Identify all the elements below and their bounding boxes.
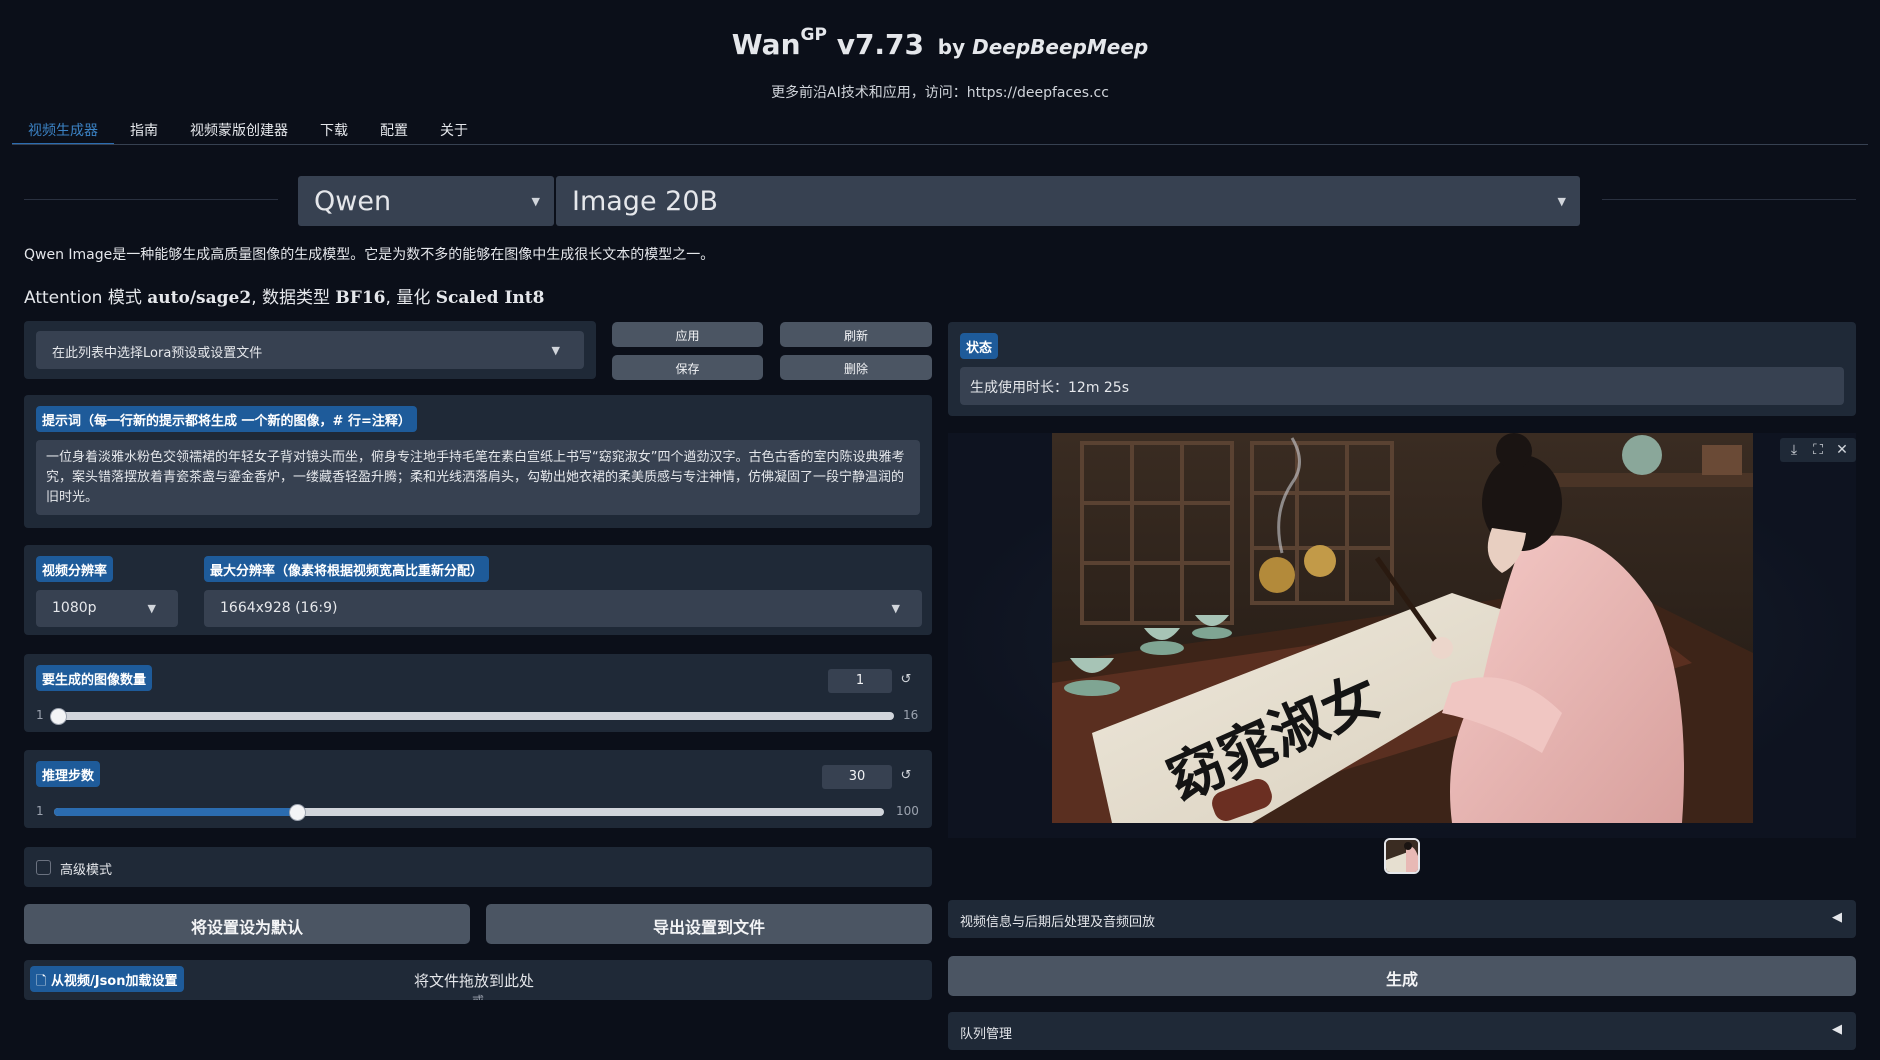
author-name: DeepBeepMeep [972, 35, 1148, 59]
lora-preset-panel: 在此列表中选择Lora预设或设置文件 ▼ [24, 321, 596, 379]
save-button[interactable]: 保存 [612, 355, 763, 380]
generate-button[interactable]: 生成 [948, 956, 1856, 996]
gallery-thumbnail[interactable] [1384, 838, 1420, 874]
advanced-mode-panel: 高级模式 [24, 847, 932, 887]
main-tabs: 视频生成器 指南 视频蒙版创建器 下载 配置 关于 [12, 116, 484, 145]
quant-label: , 量化 [386, 288, 431, 308]
header-subtitle: 更多前沿AI技术和应用，访问：https://deepfaces.cc [0, 82, 1880, 102]
model-variant-value: Image 20B [572, 186, 718, 217]
model-family-value: Qwen [314, 186, 391, 217]
prompt-label: 提示词（每一行新的提示都将生成 一个新的图像，# 行=注释） [36, 406, 417, 432]
generated-image[interactable]: 窈窕淑女 [1052, 433, 1753, 823]
queue-label: 队列管理 [960, 1023, 1012, 1042]
prompt-panel: 提示词（每一行新的提示都将生成 一个新的图像，# 行=注释） 一位身着淡雅水粉色… [24, 395, 932, 528]
resolution-panel: 视频分辨率 1080p ▼ 最大分辨率（像素将根据视频宽高比重新分配） 1664… [24, 545, 932, 635]
app-name: Wan [732, 28, 801, 61]
triangle-left-icon: ◀ [1832, 910, 1842, 925]
chevron-down-icon: ▼ [148, 602, 156, 615]
chevron-down-icon: ▼ [892, 602, 900, 615]
tab-video-generator[interactable]: 视频生成器 [12, 116, 114, 145]
chevron-down-icon: ▼ [532, 195, 540, 208]
app-name-sup: GP [801, 25, 827, 45]
steps-max: 100 [896, 804, 919, 818]
chevron-down-icon: ▼ [1558, 195, 1566, 208]
advanced-mode-checkbox[interactable] [36, 860, 51, 875]
tab-config[interactable]: 配置 [364, 116, 424, 145]
lora-preset-placeholder: 在此列表中选择Lora预设或设置文件 [52, 342, 262, 361]
attention-mode: auto/sage2 [147, 288, 251, 308]
resolution-value: 1080p [52, 600, 97, 616]
num-images-panel: 要生成的图像数量 1 ↺ 1 16 [24, 654, 932, 732]
divider-right [1602, 199, 1856, 200]
model-description: Qwen Image是一种能够生成高质量图像的生成模型。它是为数不多的能够在图像… [24, 244, 714, 264]
prompt-textarea[interactable]: 一位身着淡雅水粉色交领襦裙的年轻女子背对镜头而坐，俯身专注地手持毛笔在素白宣纸上… [36, 440, 920, 515]
model-variant-dropdown[interactable]: Image 20B ▼ [556, 176, 1580, 226]
quant-value: Scaled Int8 [436, 288, 545, 308]
apply-button[interactable]: 应用 [612, 322, 763, 347]
steps-slider-thumb[interactable] [289, 804, 306, 821]
status-label: 状态 [960, 333, 998, 359]
load-settings-label-text: 从视频/Json加载设置 [51, 974, 178, 989]
dtype-value: BF16 [335, 288, 385, 308]
download-icon[interactable]: ⤓ [1784, 440, 1804, 460]
queue-accordion[interactable]: 队列管理 ◀ [948, 1012, 1856, 1050]
chevron-down-icon: ▼ [552, 344, 560, 357]
steps-slider[interactable] [54, 808, 884, 816]
drop-hint: 将文件拖放到此处 [414, 970, 534, 991]
num-images-slider-thumb[interactable] [50, 708, 67, 725]
app-title: WanGP v7.73 by DeepBeepMeep [0, 28, 1880, 61]
tab-mask-creator[interactable]: 视频蒙版创建器 [174, 116, 304, 145]
video-info-label: 视频信息与后期后处理及音频回放 [960, 911, 1155, 930]
num-images-slider[interactable] [58, 712, 894, 720]
by-label: by [938, 35, 965, 59]
set-default-button[interactable]: 将设置设为默认 [24, 904, 470, 944]
tab-downloads[interactable]: 下载 [304, 116, 364, 145]
fullscreen-icon[interactable]: ⛶ [1808, 440, 1828, 460]
tab-guide[interactable]: 指南 [114, 116, 174, 145]
reset-icon[interactable]: ↺ [894, 765, 918, 789]
max-resolution-value: 1664x928 (16:9) [220, 600, 337, 616]
num-images-min: 1 [36, 708, 44, 722]
num-images-input[interactable]: 1 [828, 669, 892, 693]
steps-label: 推理步数 [36, 761, 100, 787]
model-family-dropdown[interactable]: Qwen ▼ [298, 176, 554, 226]
reset-icon[interactable]: ↺ [894, 669, 918, 693]
num-images-max: 16 [903, 708, 918, 722]
close-icon[interactable]: ✕ [1832, 440, 1852, 460]
max-resolution-label: 最大分辨率（像素将根据视频宽高比重新分配） [204, 556, 489, 582]
load-settings-label: 🗋 从视频/Json加载设置 [30, 966, 184, 992]
steps-panel: 推理步数 30 ↺ 1 100 [24, 750, 932, 828]
status-panel: 状态 生成使用时长：12m 25s [948, 322, 1856, 416]
image-toolbar: ⤓ ⛶ ✕ [1780, 438, 1856, 462]
steps-input[interactable]: 30 [822, 765, 892, 789]
resolution-label: 视频分辨率 [36, 556, 113, 582]
load-settings-dropzone[interactable]: 🗋 从视频/Json加载设置 将文件拖放到此处 或 [24, 960, 932, 1000]
num-images-label: 要生成的图像数量 [36, 665, 152, 691]
refresh-button[interactable]: 刷新 [780, 322, 932, 347]
tab-divider [12, 144, 1868, 145]
max-resolution-dropdown[interactable]: 1664x928 (16:9) ▼ [204, 590, 922, 627]
advanced-mode-label: 高级模式 [60, 859, 112, 878]
video-info-accordion[interactable]: 视频信息与后期后处理及音频回放 ◀ [948, 900, 1856, 938]
status-text: 生成使用时长：12m 25s [960, 367, 1844, 405]
steps-slider-fill [54, 808, 297, 816]
dtype-label: , 数据类型 [251, 288, 330, 308]
delete-button[interactable]: 删除 [780, 355, 932, 380]
app-version: v7.73 [837, 28, 924, 61]
model-info: Attention 模式 auto/sage2, 数据类型 BF16, 量化 S… [24, 283, 544, 308]
file-icon: 🗋 [36, 974, 46, 989]
resolution-dropdown[interactable]: 1080p ▼ [36, 590, 178, 627]
tab-about[interactable]: 关于 [424, 116, 484, 145]
triangle-left-icon: ◀ [1832, 1022, 1842, 1037]
steps-min: 1 [36, 804, 44, 818]
drop-or: 或 [472, 992, 484, 1000]
attention-label: Attention 模式 [24, 288, 142, 308]
lora-preset-dropdown[interactable]: 在此列表中选择Lora预设或设置文件 ▼ [36, 331, 584, 369]
divider-left [24, 199, 278, 200]
export-settings-button[interactable]: 导出设置到文件 [486, 904, 932, 944]
